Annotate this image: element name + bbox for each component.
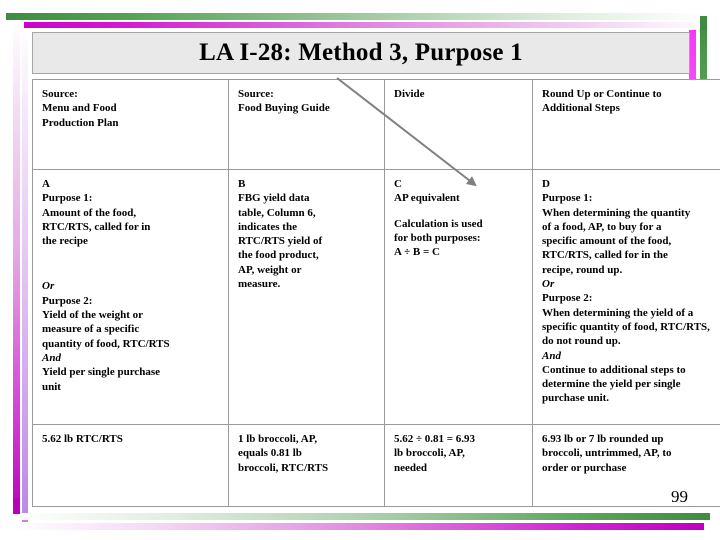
detail-col3-line3: for both purposes: — [394, 231, 481, 244]
header-col1-line1: Source: — [42, 88, 78, 100]
detail-col1-spacer-1 — [42, 248, 220, 259]
page-title: LA I-28: Method 3, Purpose 1 — [199, 39, 523, 66]
decorative-left-magenta-bar — [13, 22, 20, 514]
detail-col2-line1: FBG yield data — [238, 192, 310, 205]
detail-col4-purpose3-line1: Continue to additional steps to — [542, 363, 686, 376]
decorative-top-green-bar — [6, 13, 706, 20]
detail-col4-purpose3-line3: purchase unit. — [542, 392, 610, 405]
detail-col2-label: B — [238, 178, 246, 190]
detail-col4-purpose1-title: Purpose 1: — [542, 192, 593, 205]
detail-cell-d: D Purpose 1: When determining the quanti… — [532, 169, 720, 425]
example-col3-line3: needed — [394, 461, 427, 474]
example-cell-col3: 5.62 ÷ 0.81 = 6.93 lb broccoli, AP, need… — [384, 424, 533, 507]
detail-col4-label: D — [542, 178, 550, 190]
example-col2-line2: equals 0.81 lb — [238, 447, 302, 460]
detail-col1-purpose2-line1: Yield of the weight or — [42, 309, 144, 322]
header-cell-source-menu: Source: Menu and Food Production Plan — [32, 79, 229, 170]
detail-col1-purpose1-title: Purpose 1: — [42, 192, 93, 205]
header-cell-round-up: Round Up or Continue to Additional Steps — [532, 79, 720, 170]
detail-col1-purpose1-line2: RTC/RTS, called for in — [42, 220, 151, 233]
detail-col1-purpose1-line1: Amount of the food, — [42, 206, 137, 219]
detail-col2-line5: the food product, — [238, 249, 319, 262]
header-col1-line2: Menu and Food — [42, 102, 117, 115]
detail-col1-purpose3-line2: unit — [42, 380, 61, 393]
decorative-top-magenta-bar — [24, 22, 708, 28]
detail-col2-line6: AP, weight or — [238, 263, 302, 276]
decorative-corner-accent-bottom-left — [13, 498, 20, 514]
header-col2-line1: Source: — [238, 88, 274, 100]
detail-col4-purpose2-line2: specific quantity of food, RTC/RTS, — [542, 320, 710, 333]
table-example-row: 5.62 lb RTC/RTS 1 lb broccoli, AP, equal… — [32, 424, 720, 507]
decorative-left-violet-bar — [22, 28, 28, 522]
example-cell-col1: 5.62 lb RTC/RTS — [32, 424, 229, 507]
slide-title-box: LA I-28: Method 3, Purpose 1 — [32, 32, 690, 74]
detail-col4-and: And — [542, 349, 561, 362]
example-col2-line1: 1 lb broccoli, AP, — [238, 433, 318, 445]
detail-col3-line2: Calculation is used — [394, 217, 483, 230]
header-col4-line2: Additional Steps — [542, 102, 620, 115]
detail-col4-purpose1-line1: When determining the quantity — [542, 206, 691, 219]
detail-col1-spacer-3 — [42, 270, 220, 279]
detail-col1-purpose3-line1: Yield per single purchase — [42, 366, 161, 379]
example-col4-line3: order or purchase — [542, 461, 627, 474]
example-cell-col2: 1 lb broccoli, AP, equals 0.81 lb brocco… — [228, 424, 385, 507]
detail-col3-label: C — [394, 178, 402, 190]
detail-col4-purpose2-line1: When determining the yield of a — [542, 306, 694, 319]
detail-col1-spacer-2 — [42, 259, 220, 270]
detail-col1-purpose2-line2: measure of a specific — [42, 323, 140, 336]
example-col2-line3: broccoli, RTC/RTS — [238, 461, 329, 474]
detail-col1-and: And — [42, 351, 61, 364]
detail-cell-a: A Purpose 1: Amount of the food, RTC/RTS… — [32, 169, 229, 425]
decorative-bottom-magenta-bar — [14, 523, 704, 530]
page-number: 99 — [671, 487, 688, 506]
detail-col2-line7: measure. — [238, 278, 281, 291]
detail-col4-purpose1-line2: of a food, AP, to buy for a — [542, 220, 662, 233]
detail-cell-b: B FBG yield data table, Column 6, indica… — [228, 169, 385, 425]
detail-col4-purpose1-line5: recipe, round up. — [542, 263, 623, 276]
detail-col4-purpose1-line3: specific amount of the food, — [542, 235, 672, 248]
table-header-row: Source: Menu and Food Production Plan So… — [32, 79, 720, 170]
detail-col2-line4: RTC/RTS yield of — [238, 235, 323, 248]
header-cell-source-fbg: Source: Food Buying Guide — [228, 79, 385, 170]
header-col1-line3: Production Plan — [42, 116, 119, 129]
example-col4-line2: broccoli, untrimmed, AP, to — [542, 447, 672, 460]
detail-col1-or: Or — [42, 280, 55, 293]
header-col2-line2: Food Buying Guide — [238, 102, 330, 115]
header-col4-line1: Round Up or Continue to — [542, 88, 662, 100]
decorative-bottom-green-bar — [20, 513, 710, 520]
detail-col2-line3: indicates the — [238, 220, 297, 233]
example-col3-line2: lb broccoli, AP, — [394, 447, 465, 460]
detail-col1-purpose1-line3: the recipe — [42, 235, 88, 248]
detail-col4-purpose1-line4: RTC/RTS, called for in the — [542, 249, 668, 262]
detail-col3-spacer — [394, 206, 524, 217]
method-purpose-table: Source: Menu and Food Production Plan So… — [32, 79, 720, 507]
example-col3-line1: 5.62 ÷ 0.81 = 6.93 — [394, 433, 476, 445]
detail-cell-c: C AP equivalent Calculation is used for … — [384, 169, 533, 425]
example-cell-col4: 6.93 lb or 7 lb rounded up broccoli, unt… — [532, 424, 720, 507]
detail-col1-purpose2-line3: quantity of food, RTC/RTS — [42, 337, 170, 350]
detail-col1-purpose2-title: Purpose 2: — [42, 294, 93, 307]
detail-col4-purpose2-line3: do not round up. — [542, 335, 621, 348]
detail-col4-purpose3-line2: determine the yield per single — [542, 378, 681, 391]
header-cell-divide: Divide — [384, 79, 533, 170]
detail-col2-line2: table, Column 6, — [238, 206, 316, 219]
example-col1-line1: 5.62 lb RTC/RTS — [42, 433, 123, 445]
detail-col4-purpose2-title: Purpose 2: — [542, 292, 593, 305]
decorative-corner-accent-top-right — [700, 16, 707, 30]
detail-col3-line1: AP equivalent — [394, 192, 460, 205]
example-col4-line1: 6.93 lb or 7 lb rounded up — [542, 433, 664, 445]
detail-col3-formula: A ÷ B = C — [394, 246, 440, 259]
table-detail-row: A Purpose 1: Amount of the food, RTC/RTS… — [32, 169, 720, 425]
detail-col1-label: A — [42, 178, 50, 190]
header-col3-line1: Divide — [394, 88, 425, 100]
detail-col4-or: Or — [542, 278, 555, 291]
